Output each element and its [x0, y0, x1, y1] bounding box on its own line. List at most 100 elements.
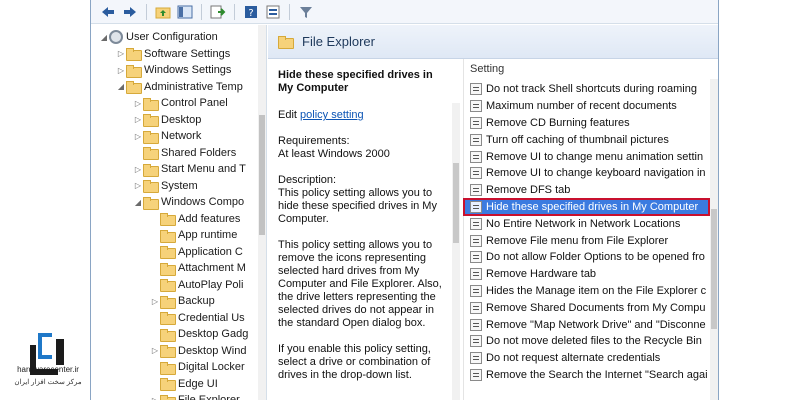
tree-item-label: App runtime: [178, 229, 238, 242]
properties-icon[interactable]: [264, 3, 282, 21]
folder-icon: [126, 48, 142, 62]
folder-icon: [143, 147, 159, 161]
collapsed-arrow-icon[interactable]: ▷: [133, 181, 143, 190]
tree-item[interactable]: ▷ Network: [133, 128, 201, 145]
collapsed-arrow-icon[interactable]: ▷: [150, 346, 160, 355]
tree-item[interactable]: ▷ Desktop: [133, 112, 201, 129]
requirements-label: Requirements:: [278, 135, 350, 147]
folder-icon: [160, 312, 176, 326]
tree-item-label: Administrative Temp: [144, 80, 243, 93]
setting-row[interactable]: No Entire Network in Network Locations: [464, 215, 709, 232]
setting-row[interactable]: Remove UI to change menu animation setti…: [464, 148, 709, 165]
scrollbar-thumb[interactable]: [711, 209, 717, 329]
tree-item[interactable]: Add features: [150, 211, 240, 228]
tree-item-label: Credential Us: [178, 311, 245, 324]
pane-header: File Explorer: [268, 25, 718, 59]
tree-item[interactable]: ▷ Software Settings: [116, 46, 230, 63]
pane-title: File Explorer: [302, 34, 375, 49]
list-scrollbar[interactable]: [710, 79, 718, 400]
tree-item-label: Add features: [178, 212, 241, 225]
tree-item[interactable]: App runtime: [150, 227, 237, 244]
setting-row[interactable]: Maximum number of recent documents: [464, 98, 709, 115]
tree-scrollbar[interactable]: [258, 25, 266, 400]
tree-item[interactable]: ◢ Windows Compo: [133, 194, 244, 211]
setting-row[interactable]: Do not move deleted files to the Recycle…: [464, 333, 709, 350]
back-arrow-icon[interactable]: [99, 3, 117, 21]
tree-item-label: System: [161, 179, 198, 192]
collapsed-arrow-icon[interactable]: ▷: [133, 115, 143, 124]
setting-row[interactable]: Do not request alternate credentials: [464, 350, 709, 367]
setting-row[interactable]: Remove CD Burning features: [464, 115, 709, 132]
toolbar: ?: [91, 0, 718, 24]
collapsed-arrow-icon[interactable]: ▷: [150, 396, 160, 400]
collapsed-arrow-icon[interactable]: ▷: [133, 132, 143, 141]
setting-label: Hides the Manage item on the File Explor…: [486, 284, 707, 297]
setting-row[interactable]: Turn off caching of thumbnail pictures: [464, 131, 709, 148]
setting-row[interactable]: Remove DFS tab: [464, 182, 709, 199]
column-header-setting[interactable]: Setting: [464, 59, 718, 79]
tree-item[interactable]: Shared Folders: [133, 145, 236, 162]
description-scrollbar[interactable]: [452, 103, 460, 400]
export-list-icon[interactable]: [209, 3, 227, 21]
collapsed-arrow-icon[interactable]: ▷: [116, 49, 126, 58]
expanded-arrow-icon[interactable]: ◢: [116, 82, 126, 91]
setting-row[interactable]: Hides the Manage item on the File Explor…: [464, 283, 709, 300]
tree-item[interactable]: Credential Us: [150, 310, 245, 327]
policy-setting-icon: [470, 335, 482, 348]
setting-row[interactable]: Remove File menu from File Explorer: [464, 232, 709, 249]
setting-row[interactable]: Remove UI to change keyboard navigation …: [464, 165, 709, 182]
tree-item[interactable]: ▷ Windows Settings: [116, 62, 231, 79]
setting-row[interactable]: Do not track Shell shortcuts during roam…: [464, 81, 709, 98]
selected-setting-row[interactable]: Hide these specified drives in My Comput…: [463, 197, 710, 217]
group-policy-editor-window: ? ◢ User Configuration ▷ Software Settings ▷…: [90, 0, 719, 400]
expanded-arrow-icon[interactable]: ◢: [99, 33, 109, 42]
tree-item[interactable]: ◢ User Configuration: [99, 29, 218, 46]
policy-setting-icon: [470, 83, 482, 96]
setting-label: Do not move deleted files to the Recycle…: [486, 335, 702, 348]
tree-item[interactable]: ▷ Control Panel: [133, 95, 228, 112]
svg-text:?: ?: [248, 8, 253, 19]
description-label: Description:: [278, 174, 337, 186]
tree-item[interactable]: Attachment M: [150, 260, 246, 277]
tree-item[interactable]: Application C: [150, 244, 243, 261]
help-icon[interactable]: ?: [242, 3, 260, 21]
collapsed-arrow-icon[interactable]: ▷: [133, 99, 143, 108]
setting-row[interactable]: Remove Hardware tab: [464, 266, 709, 283]
setting-row[interactable]: Remove the Search the Internet "Search a…: [464, 367, 709, 384]
tree-item[interactable]: ▷ Start Menu and T: [133, 161, 246, 178]
tree-item[interactable]: ▷ Desktop Wind: [150, 343, 246, 360]
tree-item[interactable]: Edge UI: [150, 376, 218, 393]
folder-icon: [160, 279, 176, 293]
tree-item[interactable]: AutoPlay Poli: [150, 277, 243, 294]
forward-arrow-icon[interactable]: [121, 3, 139, 21]
tree-item[interactable]: ▷ Backup: [150, 293, 215, 310]
setting-row[interactable]: Do not allow Folder Options to be opened…: [464, 249, 709, 266]
tree-item[interactable]: ▷ System: [133, 178, 198, 195]
setting-label: Remove CD Burning features: [486, 116, 630, 129]
folder-icon: [160, 361, 176, 375]
setting-row[interactable]: Remove "Map Network Drive" and "Disconne: [464, 316, 709, 333]
folder-icon: [160, 345, 176, 359]
tree-item[interactable]: Desktop Gadg: [150, 326, 248, 343]
policy-setting-icon: [470, 318, 482, 331]
folder-icon: [160, 295, 176, 309]
tree-item[interactable]: ◢ Administrative Temp: [116, 79, 243, 96]
folder-icon: [143, 130, 159, 144]
expanded-arrow-icon[interactable]: ◢: [133, 198, 143, 207]
filter-icon[interactable]: [297, 3, 315, 21]
tree-item-label: Control Panel: [161, 97, 228, 110]
tree-item[interactable]: Digital Locker: [150, 359, 245, 376]
up-folder-icon[interactable]: [154, 3, 172, 21]
settings-list: Setting Do not track Shell shortcuts dur…: [463, 59, 718, 400]
description-para-2: This policy setting allows you to remove…: [278, 239, 442, 329]
collapsed-arrow-icon[interactable]: ▷: [150, 297, 160, 306]
show-hide-tree-icon[interactable]: [176, 3, 194, 21]
tree-item[interactable]: ▷ File Explorer: [150, 392, 240, 400]
policy-setting-link[interactable]: policy setting: [300, 109, 364, 121]
collapsed-arrow-icon[interactable]: ▷: [116, 66, 126, 75]
scrollbar-thumb[interactable]: [259, 115, 265, 235]
toolbar-separator: [201, 3, 202, 20]
collapsed-arrow-icon[interactable]: ▷: [133, 165, 143, 174]
setting-row[interactable]: Remove Shared Documents from My Compu: [464, 299, 709, 316]
scrollbar-thumb[interactable]: [453, 163, 459, 243]
